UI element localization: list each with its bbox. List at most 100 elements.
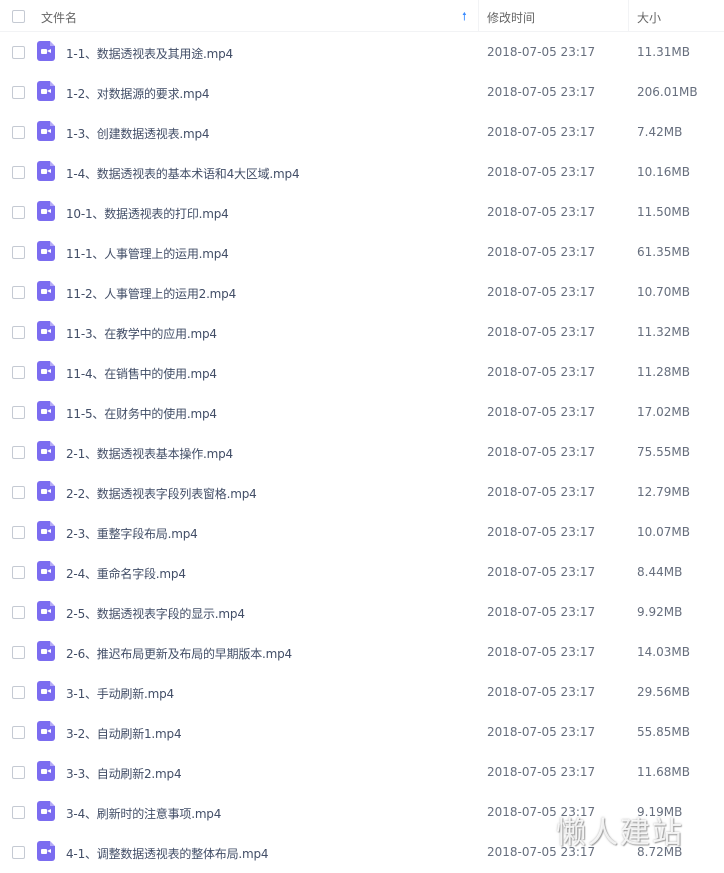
row-checkbox[interactable] — [12, 46, 25, 59]
row-checkbox[interactable] — [12, 686, 25, 699]
row-checkbox[interactable] — [12, 726, 25, 739]
column-header-name[interactable]: 文件名 — [41, 9, 77, 26]
video-file-icon — [37, 801, 55, 821]
file-size: 55.85MB — [637, 725, 690, 739]
file-name-link[interactable]: 11-4、在销售中的使用.mp4 — [66, 365, 217, 382]
file-name-link[interactable]: 2-3、重整字段布局.mp4 — [66, 525, 198, 542]
file-name-link[interactable]: 1-2、对数据源的要求.mp4 — [66, 85, 210, 102]
file-row[interactable]: 2-4、重命名字段.mp4 2018-07-05 23:17 8.44MB — [0, 552, 724, 592]
column-divider[interactable] — [628, 0, 629, 32]
column-header-modified[interactable]: 修改时间 — [487, 9, 535, 26]
row-checkbox[interactable] — [12, 526, 25, 539]
row-checkbox[interactable] — [12, 846, 25, 859]
video-file-icon — [37, 601, 55, 621]
row-checkbox[interactable] — [12, 566, 25, 579]
file-size: 29.56MB — [637, 685, 690, 699]
row-checkbox[interactable] — [12, 206, 25, 219]
row-checkbox[interactable] — [12, 286, 25, 299]
sort-asc-icon[interactable]: 🠕 — [462, 8, 467, 27]
file-row[interactable]: 2-5、数据透视表字段的显示.mp4 2018-07-05 23:17 9.92MB — [0, 592, 724, 632]
row-checkbox[interactable] — [12, 166, 25, 179]
row-checkbox[interactable] — [12, 246, 25, 259]
file-row[interactable]: 1-4、数据透视表的基本术语和4大区域.mp4 2018-07-05 23:17 1… — [0, 152, 724, 192]
file-row[interactable]: 2-2、数据透视表字段列表窗格.mp4 2018-07-05 23:17 12.79… — [0, 472, 724, 512]
row-checkbox[interactable] — [12, 766, 25, 779]
file-name-link[interactable]: 2-6、推迟布局更新及布局的早期版本.mp4 — [66, 645, 292, 662]
file-name-link[interactable]: 1-1、数据透视表及其用途.mp4 — [66, 45, 233, 62]
file-name-link[interactable]: 3-1、手动刷新.mp4 — [66, 685, 174, 702]
file-row[interactable]: 1-1、数据透视表及其用途.mp4 2018-07-05 23:17 11.31MB — [0, 32, 724, 72]
file-name-link[interactable]: 3-2、自动刷新1.mp4 — [66, 725, 182, 742]
file-modified-time: 2018-07-05 23:17 — [487, 765, 596, 779]
file-size: 8.72MB — [637, 845, 683, 859]
row-checkbox[interactable] — [12, 806, 25, 819]
file-row[interactable]: 11-1、人事管理上的运用.mp4 2018-07-05 23:17 61.35MB — [0, 232, 724, 272]
file-row[interactable]: 10-1、数据透视表的打印.mp4 2018-07-05 23:17 11.50MB — [0, 192, 724, 232]
file-name-link[interactable]: 10-1、数据透视表的打印.mp4 — [66, 205, 229, 222]
file-row[interactable]: 3-2、自动刷新1.mp4 2018-07-05 23:17 55.85MB — [0, 712, 724, 752]
row-checkbox[interactable] — [12, 606, 25, 619]
file-modified-time: 2018-07-05 23:17 — [487, 725, 596, 739]
file-name-link[interactable]: 11-3、在教学中的应用.mp4 — [66, 325, 217, 342]
file-row[interactable]: 2-3、重整字段布局.mp4 2018-07-05 23:17 10.07MB — [0, 512, 724, 552]
file-row[interactable]: 2-6、推迟布局更新及布局的早期版本.mp4 2018-07-05 23:17 14… — [0, 632, 724, 672]
select-all-checkbox[interactable] — [12, 10, 25, 23]
file-size: 11.31MB — [637, 45, 690, 59]
file-name-link[interactable]: 11-1、人事管理上的运用.mp4 — [66, 245, 229, 262]
file-name-link[interactable]: 1-4、数据透视表的基本术语和4大区域.mp4 — [66, 165, 300, 182]
file-size: 11.50MB — [637, 205, 690, 219]
file-row[interactable]: 11-3、在教学中的应用.mp4 2018-07-05 23:17 11.32MB — [0, 312, 724, 352]
video-file-icon — [37, 641, 55, 661]
file-row[interactable]: 11-2、人事管理上的运用2.mp4 2018-07-05 23:17 10.70M… — [0, 272, 724, 312]
file-size: 8.44MB — [637, 565, 683, 579]
file-row[interactable]: 2-1、数据透视表基本操作.mp4 2018-07-05 23:17 75.55MB — [0, 432, 724, 472]
file-name-link[interactable]: 3-3、自动刷新2.mp4 — [66, 765, 182, 782]
file-name-link[interactable]: 4-1、调整数据透视表的整体布局.mp4 — [66, 845, 269, 862]
column-header-size[interactable]: 大小 — [637, 9, 661, 26]
file-name-link[interactable]: 11-2、人事管理上的运用2.mp4 — [66, 285, 236, 302]
file-row[interactable]: 11-5、在财务中的使用.mp4 2018-07-05 23:17 17.02MB — [0, 392, 724, 432]
file-row[interactable]: 3-3、自动刷新2.mp4 2018-07-05 23:17 11.68MB — [0, 752, 724, 792]
row-checkbox[interactable] — [12, 406, 25, 419]
file-row[interactable]: 3-4、刷新时的注意事项.mp4 2018-07-05 23:17 9.19MB — [0, 792, 724, 832]
file-name-link[interactable]: 2-5、数据透视表字段的显示.mp4 — [66, 605, 245, 622]
file-modified-time: 2018-07-05 23:17 — [487, 445, 596, 459]
file-name-link[interactable]: 1-3、创建数据透视表.mp4 — [66, 125, 210, 142]
row-checkbox[interactable] — [12, 326, 25, 339]
file-size: 7.42MB — [637, 125, 683, 139]
row-checkbox[interactable] — [12, 366, 25, 379]
file-row[interactable]: 3-1、手动刷新.mp4 2018-07-05 23:17 29.56MB — [0, 672, 724, 712]
file-modified-time: 2018-07-05 23:17 — [487, 805, 596, 819]
file-row[interactable]: 4-1、调整数据透视表的整体布局.mp4 2018-07-05 23:17 8.72… — [0, 832, 724, 872]
file-size: 10.16MB — [637, 165, 690, 179]
file-name-link[interactable]: 2-1、数据透视表基本操作.mp4 — [66, 445, 233, 462]
file-modified-time: 2018-07-05 23:17 — [487, 605, 596, 619]
video-file-icon — [37, 81, 55, 101]
row-checkbox[interactable] — [12, 446, 25, 459]
file-size: 61.35MB — [637, 245, 690, 259]
file-modified-time: 2018-07-05 23:17 — [487, 685, 596, 699]
file-modified-time: 2018-07-05 23:17 — [487, 165, 596, 179]
video-file-icon — [37, 401, 55, 421]
video-file-icon — [37, 281, 55, 301]
row-checkbox[interactable] — [12, 86, 25, 99]
video-file-icon — [37, 121, 55, 141]
file-name-link[interactable]: 3-4、刷新时的注意事项.mp4 — [66, 805, 221, 822]
file-size: 11.32MB — [637, 325, 690, 339]
row-checkbox[interactable] — [12, 486, 25, 499]
row-checkbox[interactable] — [12, 126, 25, 139]
file-name-link[interactable]: 11-5、在财务中的使用.mp4 — [66, 405, 217, 422]
file-name-link[interactable]: 2-2、数据透视表字段列表窗格.mp4 — [66, 485, 257, 502]
column-divider[interactable] — [478, 0, 479, 32]
file-row[interactable]: 11-4、在销售中的使用.mp4 2018-07-05 23:17 11.28MB — [0, 352, 724, 392]
row-checkbox[interactable] — [12, 646, 25, 659]
video-file-icon — [37, 361, 55, 381]
file-row[interactable]: 1-3、创建数据透视表.mp4 2018-07-05 23:17 7.42MB — [0, 112, 724, 152]
file-modified-time: 2018-07-05 23:17 — [487, 565, 596, 579]
file-size: 10.07MB — [637, 525, 690, 539]
video-file-icon — [37, 441, 55, 461]
file-name-link[interactable]: 2-4、重命名字段.mp4 — [66, 565, 186, 582]
file-modified-time: 2018-07-05 23:17 — [487, 645, 596, 659]
file-modified-time: 2018-07-05 23:17 — [487, 205, 596, 219]
file-row[interactable]: 1-2、对数据源的要求.mp4 2018-07-05 23:17 206.01MB — [0, 72, 724, 112]
